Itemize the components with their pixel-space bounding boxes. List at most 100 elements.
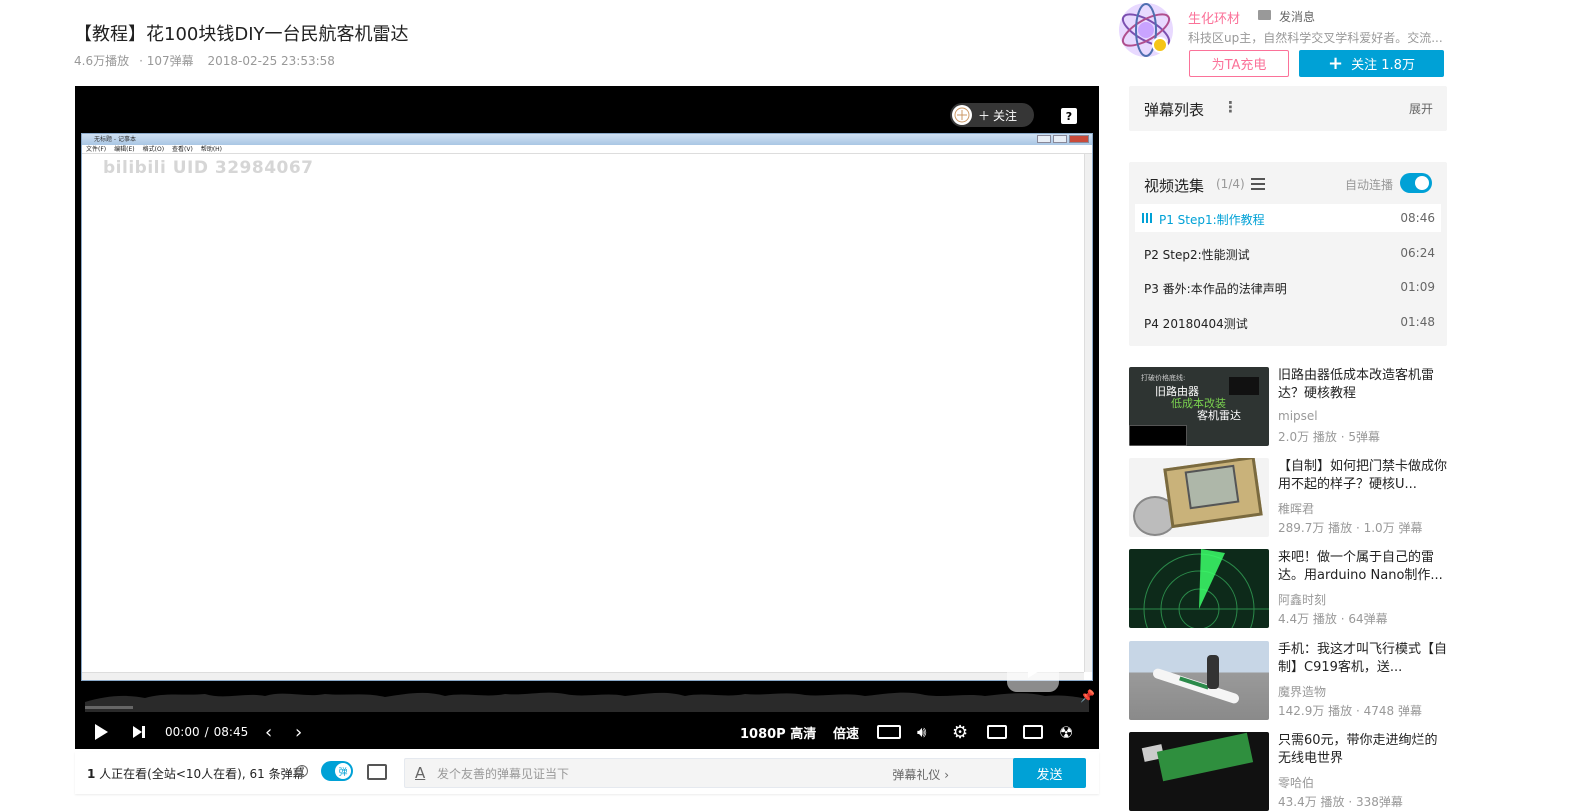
recommended-video[interactable]: 【自制】如何把门禁卡做成你用不起的样子？硬核U... 稚晖君 289.7万 播放… xyxy=(1129,458,1459,538)
episode-count: (1/4) xyxy=(1216,177,1245,191)
video-thumbnail[interactable] xyxy=(1129,732,1269,811)
bilibili-watermark: bilibili UID 32984067 xyxy=(103,158,314,178)
video-thumbnail[interactable]: 打破价格底线: 旧路由器 低成本改装 客机雷达 xyxy=(1129,367,1269,446)
recommended-video[interactable]: 来吧！做一个属于自己的雷达。用arduino Nano制作... 阿鑫时刻 4.… xyxy=(1129,549,1459,629)
recommended-title[interactable]: 来吧！做一个属于自己的雷达。用arduino Nano制作... xyxy=(1278,549,1450,585)
publish-date: 2018-02-25 23:53:58 xyxy=(207,54,335,68)
notepad-menu-file: 文件(F) xyxy=(86,146,107,153)
episode-panel: 视频选集 (1/4) 自动连播 P1 Step1:制作教程 08:46 P2 S… xyxy=(1129,162,1447,346)
danmaku-off-button[interactable] xyxy=(877,722,901,742)
autoplay-toggle[interactable] xyxy=(1400,173,1432,193)
send-message-link[interactable]: 发消息 xyxy=(1279,8,1315,25)
recommended-author[interactable]: 阿鑫时刻 xyxy=(1278,591,1326,608)
player-controls: 00:00 / 08:45 ‹ › 1080P 高清 倍速 🔊︎ ⚙ ☢ xyxy=(75,714,1099,749)
danmaku-list-panel[interactable]: 弹幕列表 ⋮ 展开 xyxy=(1129,86,1447,131)
question-icon[interactable]: ? xyxy=(296,765,308,777)
episode-duration: 01:48 xyxy=(1400,315,1435,329)
notepad-window-buttons xyxy=(1037,135,1089,143)
settings-button[interactable]: ⚙ xyxy=(952,722,968,743)
recommended-video[interactable]: 手机：我这才叫飞行模式【自制】C919客机，送... 魔界造物 142.9万 播… xyxy=(1129,641,1459,721)
send-danmaku-button[interactable]: 发送 xyxy=(1013,758,1086,788)
danmaku-send-bar: 1 人正在看(全站<10人在看), 61 条弹幕 ? 弹 A 弹幕礼仪 › 发送 xyxy=(75,752,1099,794)
widescreen-button[interactable] xyxy=(987,722,1007,742)
prev-frame-button[interactable]: ‹ xyxy=(265,722,272,743)
danmaku-toggle-label: 弹 xyxy=(335,763,351,779)
episode-label: P2 Step2:性能测试 xyxy=(1144,248,1250,262)
text-style-icon[interactable]: A xyxy=(415,764,425,782)
recommended-title[interactable]: 【自制】如何把门禁卡做成你用不起的样子？硬核U... xyxy=(1278,458,1450,494)
episode-label: P1 Step1:制作教程 xyxy=(1159,213,1265,227)
episode-duration: 06:24 xyxy=(1400,246,1435,260)
episode-duration: 08:46 xyxy=(1400,211,1435,225)
fullscreen-button[interactable]: ☢ xyxy=(1059,722,1073,742)
episode-label: P3 番外:本作品的法律声明 xyxy=(1144,282,1287,296)
expand-button[interactable]: 展开 xyxy=(1409,100,1433,117)
time-current: 00:00 xyxy=(165,725,200,739)
next-frame-button[interactable]: › xyxy=(295,722,302,743)
up-mini-avatar xyxy=(952,105,972,125)
viewer-text: 人正在看(全站<10人在看), 61 条弹幕 xyxy=(95,767,305,781)
danmaku-list-title: 弹幕列表 xyxy=(1144,101,1205,119)
charge-button[interactable]: 为TA充电 xyxy=(1189,50,1289,77)
recommended-title[interactable]: 旧路由器低成本改造客机雷达？硬核教程 xyxy=(1278,367,1450,403)
danmaku-toggle[interactable]: 弹 xyxy=(321,761,353,781)
recommended-title[interactable]: 只需60元，带你走进绚烂的无线电世界 xyxy=(1278,732,1450,768)
recommended-author[interactable]: 稚晖君 xyxy=(1278,500,1314,517)
recommended-video[interactable]: 只需60元，带你走进绚烂的无线电世界 零哈伯 43.4万 播放 · 338弹幕 xyxy=(1129,732,1459,812)
viewer-count: 1 人正在看(全站<10人在看), 61 条弹幕 xyxy=(87,765,305,782)
episode-item[interactable]: P4 20180404测试 01:48 xyxy=(1135,308,1441,336)
episode-item[interactable]: P3 番外:本作品的法律声明 01:09 xyxy=(1135,273,1441,301)
notepad-menu-format: 格式(O) xyxy=(142,146,165,153)
notepad-menu-edit: 编辑(E) xyxy=(114,146,135,153)
episode-label: P4 20180404测试 xyxy=(1144,317,1248,331)
recommended-title[interactable]: 手机：我这才叫飞行模式【自制】C919客机，送... xyxy=(1278,641,1450,677)
thumb-caption: 客机雷达 xyxy=(1197,409,1241,422)
recommended-author[interactable]: 魔界造物 xyxy=(1278,683,1326,700)
player-follow-label: 关注 xyxy=(993,108,1018,123)
recommended-author[interactable]: 零哈伯 xyxy=(1278,774,1314,791)
recommended-video[interactable]: 打破价格底线: 旧路由器 低成本改装 客机雷达 旧路由器低成本改造客机雷达？硬核… xyxy=(1129,367,1459,447)
time-display: 00:00 / 08:45 xyxy=(165,722,248,742)
danmaku-settings-icon[interactable] xyxy=(367,764,387,780)
pin-icon[interactable]: 📌 xyxy=(1080,689,1095,703)
up-name[interactable]: 生化环材 xyxy=(1188,8,1240,27)
video-player[interactable]: ＋ 关注 ? 无标题 - 记事本 文件(F) 编辑(E) 格式(O) 查看(V)… xyxy=(75,86,1099,749)
video-thumbnail[interactable] xyxy=(1129,458,1269,537)
recommended-stats: 2.0万 播放 · 5弹幕 xyxy=(1278,430,1380,444)
danmaku-etiquette-link[interactable]: 弹幕礼仪 › xyxy=(892,766,949,783)
more-icon[interactable]: ⋮ xyxy=(1223,98,1238,116)
player-follow-button[interactable]: ＋ 关注 xyxy=(950,103,1034,127)
danmaku-input-wrapper: A 弹幕礼仪 › xyxy=(404,758,1022,788)
mail-icon[interactable] xyxy=(1258,10,1271,20)
episode-item[interactable]: P2 Step2:性能测试 06:24 xyxy=(1135,239,1441,267)
follow-button[interactable]: + 关注 1.8万 xyxy=(1299,50,1444,77)
danmaku-count: 107弹幕 xyxy=(146,54,194,68)
play-button[interactable] xyxy=(95,722,108,742)
web-fullscreen-button[interactable] xyxy=(1023,722,1043,742)
video-meta: 4.6万播放 · 107弹幕 2018-02-25 23:53:58 xyxy=(74,54,335,68)
recommended-author[interactable]: mipsel xyxy=(1278,409,1318,423)
speed-button[interactable]: 倍速 xyxy=(833,722,859,742)
up-avatar[interactable] xyxy=(1110,0,1182,60)
help-icon[interactable]: ? xyxy=(1061,108,1077,124)
next-button[interactable] xyxy=(133,722,145,742)
recommended-stats: 289.7万 播放 · 1.0万 弹幕 xyxy=(1278,521,1423,535)
time-total: 08:45 xyxy=(213,725,249,739)
video-title: 【教程】花100块钱DIY一台民航客机雷达 xyxy=(74,24,409,45)
big-play-icon[interactable] xyxy=(1007,644,1059,692)
notepad-menu: 文件(F) 编辑(E) 格式(O) 查看(V) 帮助(H) xyxy=(82,145,1092,154)
video-thumbnail[interactable] xyxy=(1129,641,1269,720)
video-thumbnail[interactable] xyxy=(1129,549,1269,628)
episode-item[interactable]: P1 Step1:制作教程 08:46 xyxy=(1135,204,1441,232)
time-separator: / xyxy=(204,725,209,739)
danmaku-input[interactable] xyxy=(437,765,917,783)
quality-button[interactable]: 1080P 高清 xyxy=(740,722,816,742)
notepad-scrollbar xyxy=(1084,154,1092,672)
thumb-caption: 打破价格底线: xyxy=(1141,374,1186,382)
volume-button[interactable]: 🔊︎ xyxy=(917,722,926,742)
recommended-stats: 43.4万 播放 · 338弹幕 xyxy=(1278,795,1403,809)
recommended-stats: 4.4万 播放 · 64弹幕 xyxy=(1278,612,1388,626)
list-icon[interactable] xyxy=(1251,178,1265,190)
plus-icon: ＋ xyxy=(978,108,991,123)
progress-heatmap[interactable] xyxy=(85,682,1089,712)
